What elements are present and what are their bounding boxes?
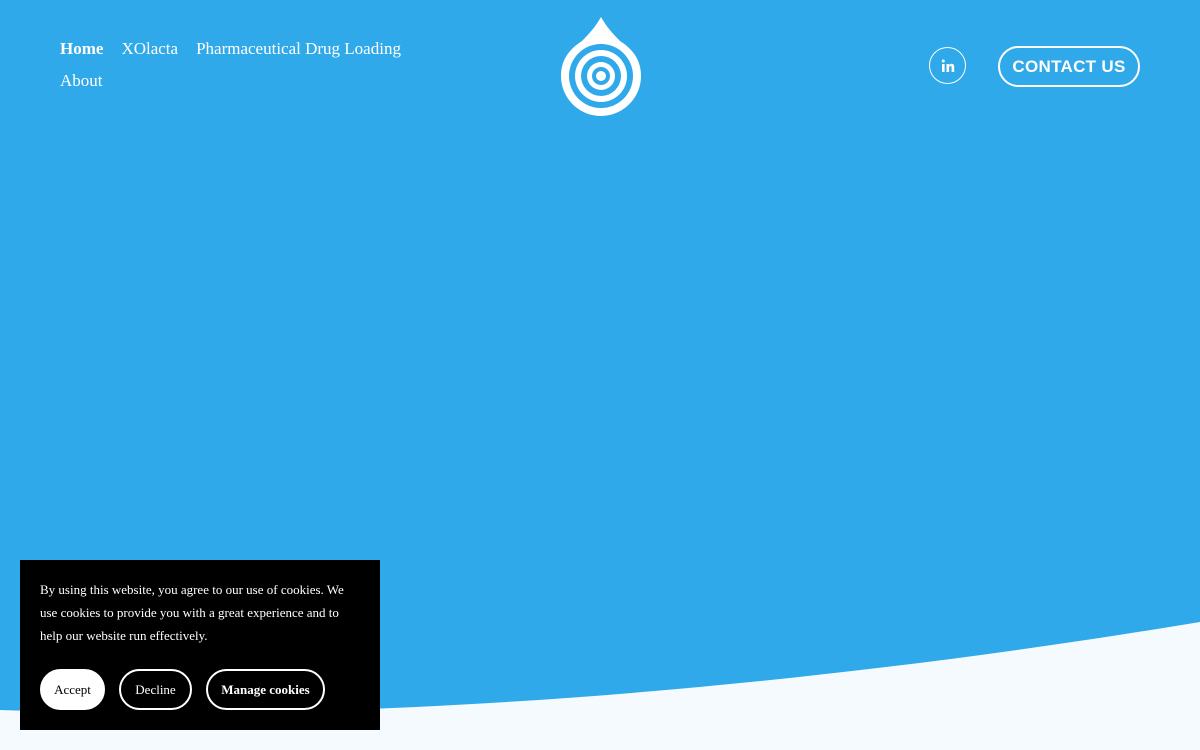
nav-link-pharmaceutical-drug-loading[interactable]: Pharmaceutical Drug Loading — [196, 36, 401, 62]
manage-cookies-button[interactable]: Manage cookies — [206, 669, 325, 710]
nav-link-xolacta[interactable]: XOlacta — [121, 36, 178, 62]
nav-link-home[interactable]: Home — [60, 36, 103, 62]
site-logo[interactable] — [560, 16, 642, 118]
linkedin-icon — [941, 59, 954, 72]
contact-us-button[interactable]: CONTACT US — [998, 46, 1140, 87]
site-header: Home XOlacta Pharmaceutical Drug Loading… — [0, 0, 1200, 130]
cookie-banner-text: By using this website, you agree to our … — [40, 582, 344, 643]
cookie-banner: By using this website, you agree to our … — [20, 560, 380, 730]
nav-link-about[interactable]: About — [60, 68, 103, 94]
cookie-banner-actions: Accept Decline Manage cookies — [40, 669, 325, 710]
main-nav: Home XOlacta Pharmaceutical Drug Loading… — [60, 36, 420, 94]
decline-cookies-button[interactable]: Decline — [119, 669, 192, 710]
linkedin-link[interactable] — [929, 47, 966, 84]
water-drop-logo-icon — [561, 17, 641, 116]
accept-cookies-button[interactable]: Accept — [40, 669, 105, 710]
